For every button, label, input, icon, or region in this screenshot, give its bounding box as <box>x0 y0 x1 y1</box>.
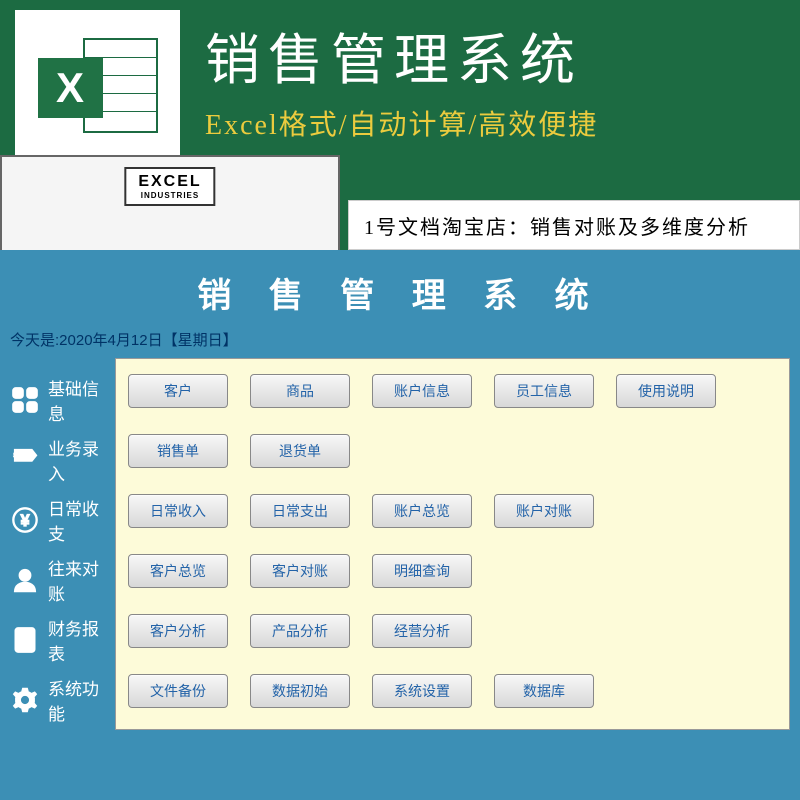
promo-header: X 销售管理系统 Excel格式/自动计算/高效便捷 EXCEL INDUSTR… <box>0 0 800 250</box>
sale-tag-icon: SALE <box>10 445 40 475</box>
app-window: 销 售 管 理 系 统 今天是:2020年4月12日【星期日】 基础信息 SAL… <box>0 250 800 800</box>
customer-button[interactable]: 客户 <box>128 374 228 408</box>
sidebar-item-reconciliation[interactable]: 往来对账 <box>0 550 115 610</box>
sidebar-item-business-entry[interactable]: SALE 业务录入 <box>0 430 115 490</box>
detail-query-button[interactable]: 明细查询 <box>372 554 472 588</box>
sub-title: Excel格式/自动计算/高效便捷 <box>205 103 780 143</box>
sidebar: 基础信息 SALE 业务录入 ¥ 日常收支 往来对账 <box>0 358 115 730</box>
product-button[interactable]: 商品 <box>250 374 350 408</box>
sidebar-item-system[interactable]: 系统功能 <box>0 670 115 730</box>
sidebar-item-label: 日常收支 <box>48 495 115 545</box>
excel-logo-box: X <box>15 10 180 175</box>
customer-reconcile-button[interactable]: 客户对账 <box>250 554 350 588</box>
sidebar-item-label: 往来对账 <box>48 555 115 605</box>
document-icon <box>10 625 40 655</box>
shop-label: 1号文档淘宝店：销售对账及多维度分析 <box>348 200 800 250</box>
customer-analysis-button[interactable]: 客户分析 <box>128 614 228 648</box>
account-info-button[interactable]: 账户信息 <box>372 374 472 408</box>
sidebar-item-label: 业务录入 <box>48 435 115 485</box>
sidebar-item-label: 基础信息 <box>48 375 115 425</box>
database-button[interactable]: 数据库 <box>494 674 594 708</box>
system-settings-button[interactable]: 系统设置 <box>372 674 472 708</box>
button-row: 日常收入 日常支出 账户总览 账户对账 <box>128 494 777 528</box>
svg-text:SALE: SALE <box>13 453 32 460</box>
main-area: 基础信息 SALE 业务录入 ¥ 日常收支 往来对账 <box>0 358 800 730</box>
button-row: 客户总览 客户对账 明细查询 <box>128 554 777 588</box>
building-graphic: EXCEL INDUSTRIES <box>0 155 340 250</box>
customer-overview-button[interactable]: 客户总览 <box>128 554 228 588</box>
svg-text:¥: ¥ <box>20 512 30 530</box>
data-init-button[interactable]: 数据初始 <box>250 674 350 708</box>
daily-expense-button[interactable]: 日常支出 <box>250 494 350 528</box>
daily-income-button[interactable]: 日常收入 <box>128 494 228 528</box>
gear-icon <box>10 685 40 715</box>
account-overview-button[interactable]: 账户总览 <box>372 494 472 528</box>
staff-info-button[interactable]: 员工信息 <box>494 374 594 408</box>
business-analysis-button[interactable]: 经营分析 <box>372 614 472 648</box>
sales-order-button[interactable]: 销售单 <box>128 434 228 468</box>
sidebar-item-reports[interactable]: 财务报表 <box>0 610 115 670</box>
sidebar-item-label: 系统功能 <box>48 675 115 725</box>
sidebar-item-label: 财务报表 <box>48 615 115 665</box>
instructions-button[interactable]: 使用说明 <box>616 374 716 408</box>
button-row: 文件备份 数据初始 系统设置 数据库 <box>128 674 777 708</box>
building-sign: EXCEL INDUSTRIES <box>124 167 215 206</box>
person-icon <box>10 565 40 595</box>
main-title: 销售管理系统 <box>205 15 780 95</box>
excel-icon: X <box>38 33 158 153</box>
return-order-button[interactable]: 退货单 <box>250 434 350 468</box>
date-line: 今天是:2020年4月12日【星期日】 <box>0 329 800 358</box>
sidebar-item-daily-finance[interactable]: ¥ 日常收支 <box>0 490 115 550</box>
app-title: 销 售 管 理 系 统 <box>0 250 800 329</box>
product-analysis-button[interactable]: 产品分析 <box>250 614 350 648</box>
account-reconcile-button[interactable]: 账户对账 <box>494 494 594 528</box>
button-row: 客户 商品 账户信息 员工信息 使用说明 <box>128 374 777 408</box>
sidebar-item-basic-info[interactable]: 基础信息 <box>0 370 115 430</box>
yen-circle-icon: ¥ <box>10 505 40 535</box>
file-backup-button[interactable]: 文件备份 <box>128 674 228 708</box>
building-row: EXCEL INDUSTRIES 1号文档淘宝店：销售对账及多维度分析 <box>0 155 800 250</box>
button-row: 客户分析 产品分析 经营分析 <box>128 614 777 648</box>
grid-icon <box>10 385 40 415</box>
button-panel: 客户 商品 账户信息 员工信息 使用说明 销售单 退货单 日常收入 日常支出 账… <box>115 358 790 730</box>
button-row: 销售单 退货单 <box>128 434 777 468</box>
